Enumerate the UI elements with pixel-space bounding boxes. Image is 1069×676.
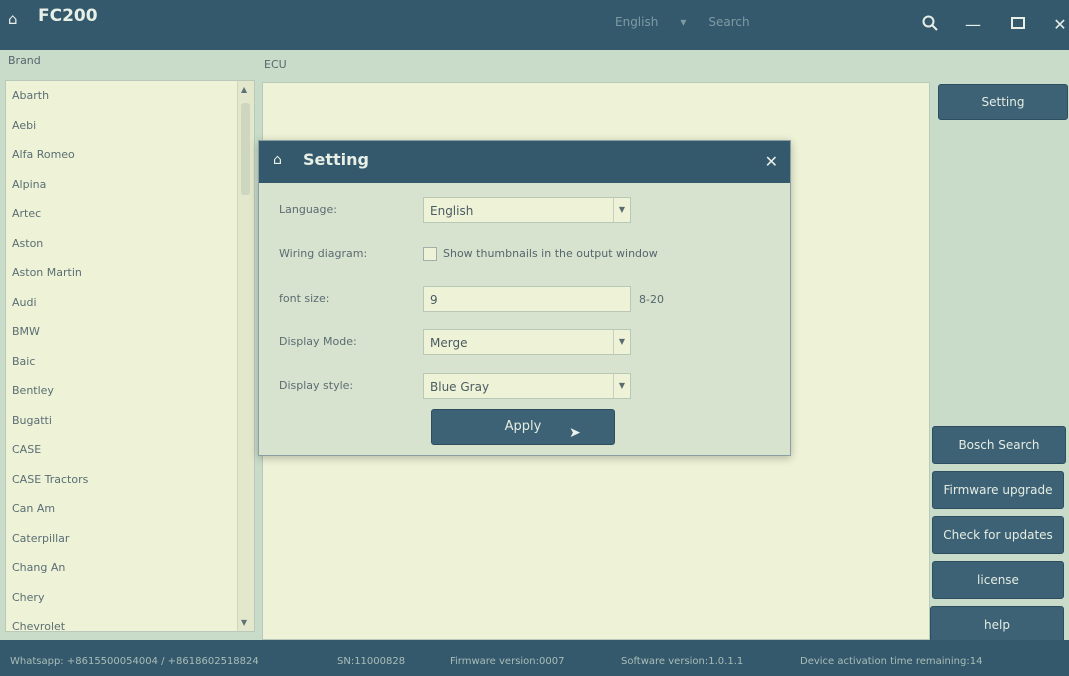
title-bar: ⌂ FC200 English ▾ Search — ✕: [0, 0, 1069, 50]
firmware-upgrade-button[interactable]: Firmware upgrade: [932, 471, 1064, 509]
mouse-cursor-icon: ➤: [569, 425, 581, 441]
brand-list-item[interactable]: Abarth: [6, 81, 254, 111]
brand-list-item[interactable]: Can Am: [6, 494, 254, 524]
display-style-value: Blue Gray: [430, 380, 490, 394]
setting-dialog: ⌂ Setting ✕ Language: English ▼ Wiring d…: [258, 140, 791, 456]
brand-list-item[interactable]: Chang An: [6, 553, 254, 583]
license-button[interactable]: license: [932, 561, 1064, 599]
font-size-range: 8-20: [639, 293, 664, 306]
search-language[interactable]: English: [615, 15, 658, 29]
brand-list-item[interactable]: Alpina: [6, 170, 254, 200]
brand-list-item[interactable]: CASE: [6, 435, 254, 465]
scroll-thumb[interactable]: [241, 103, 250, 195]
language-value: English: [430, 204, 474, 218]
brand-list-item[interactable]: Caterpillar: [6, 524, 254, 554]
status-bar: Whatsapp: +8615500054004 / +861860251882…: [0, 640, 1069, 676]
status-software: Software version:1.0.1.1: [621, 656, 744, 667]
font-size-label: font size:: [279, 292, 330, 305]
display-style-label: Display style:: [279, 379, 354, 392]
brand-list-item[interactable]: BMW: [6, 317, 254, 347]
brand-list-item[interactable]: Bentley: [6, 376, 254, 406]
close-icon[interactable]: ✕: [1049, 14, 1069, 36]
display-mode-value: Merge: [430, 336, 468, 350]
help-button[interactable]: help: [930, 606, 1064, 644]
app-title: FC200: [38, 6, 98, 26]
status-whatsapp: Whatsapp: +8615500054004 / +861860251882…: [10, 656, 259, 667]
maximize-icon[interactable]: [1007, 14, 1029, 36]
scroll-down-icon[interactable]: ▼: [241, 618, 247, 627]
close-icon[interactable]: ✕: [765, 152, 778, 171]
scroll-up-icon[interactable]: ▲: [241, 85, 247, 94]
minimize-icon[interactable]: —: [962, 14, 984, 36]
check-updates-button[interactable]: Check for updates: [932, 516, 1064, 554]
brand-list-item[interactable]: Aston Martin: [6, 258, 254, 288]
search-area[interactable]: English ▾ Search: [615, 15, 750, 29]
dropdown-icon[interactable]: ▾: [680, 15, 686, 29]
setting-button[interactable]: Setting: [938, 84, 1068, 120]
status-sn: SN:11000828: [337, 656, 406, 667]
display-mode-label: Display Mode:: [279, 335, 357, 348]
thumbnails-checkbox-label[interactable]: Show thumbnails in the output window: [443, 247, 658, 260]
brand-list-item[interactable]: Audi: [6, 288, 254, 318]
chevron-down-icon[interactable]: ▼: [613, 374, 630, 398]
search-input[interactable]: Search: [708, 15, 749, 29]
search-icon[interactable]: [919, 14, 941, 36]
thumbnails-checkbox[interactable]: [423, 247, 437, 261]
brand-list-item[interactable]: Chevrolet: [6, 612, 254, 631]
bosch-search-button[interactable]: Bosch Search: [932, 426, 1066, 464]
brand-column-label: Brand: [8, 54, 41, 67]
brand-list[interactable]: Abarth Aebi Alfa Romeo Alpina Artec Aston Asto…: [5, 80, 255, 632]
brand-list-item[interactable]: Baic: [6, 347, 254, 377]
brand-list-item[interactable]: Aston: [6, 229, 254, 259]
brand-scrollbar[interactable]: ▲ ▼: [237, 81, 254, 631]
language-label: Language:: [279, 203, 337, 216]
display-mode-select[interactable]: Merge ▼: [423, 329, 631, 355]
dialog-title: Setting: [303, 150, 369, 169]
brand-list-item[interactable]: Aebi: [6, 111, 254, 141]
status-activation: Device activation time remaining:14: [800, 656, 983, 667]
font-size-value: 9: [430, 293, 438, 307]
display-style-select[interactable]: Blue Gray ▼: [423, 373, 631, 399]
home-icon[interactable]: ⌂: [8, 10, 18, 28]
brand-list-item[interactable]: Chery: [6, 583, 254, 613]
dialog-header: ⌂ Setting ✕: [259, 141, 790, 183]
brand-list-item[interactable]: Alfa Romeo: [6, 140, 254, 170]
status-firmware: Firmware version:0007: [450, 656, 565, 667]
chevron-down-icon[interactable]: ▼: [613, 198, 630, 222]
apply-button[interactable]: Apply: [431, 409, 615, 445]
home-icon: ⌂: [273, 152, 282, 168]
ecu-column-label: ECU: [264, 58, 287, 71]
font-size-input[interactable]: 9: [423, 286, 631, 312]
chevron-down-icon[interactable]: ▼: [613, 330, 630, 354]
brand-list-item[interactable]: Bugatti: [6, 406, 254, 436]
brand-list-item[interactable]: CASE Tractors: [6, 465, 254, 495]
language-select[interactable]: English ▼: [423, 197, 631, 223]
brand-list-item[interactable]: Artec: [6, 199, 254, 229]
wiring-diagram-label: Wiring diagram:: [279, 247, 368, 260]
brand-items: Abarth Aebi Alfa Romeo Alpina Artec Aston Asto…: [6, 81, 254, 631]
